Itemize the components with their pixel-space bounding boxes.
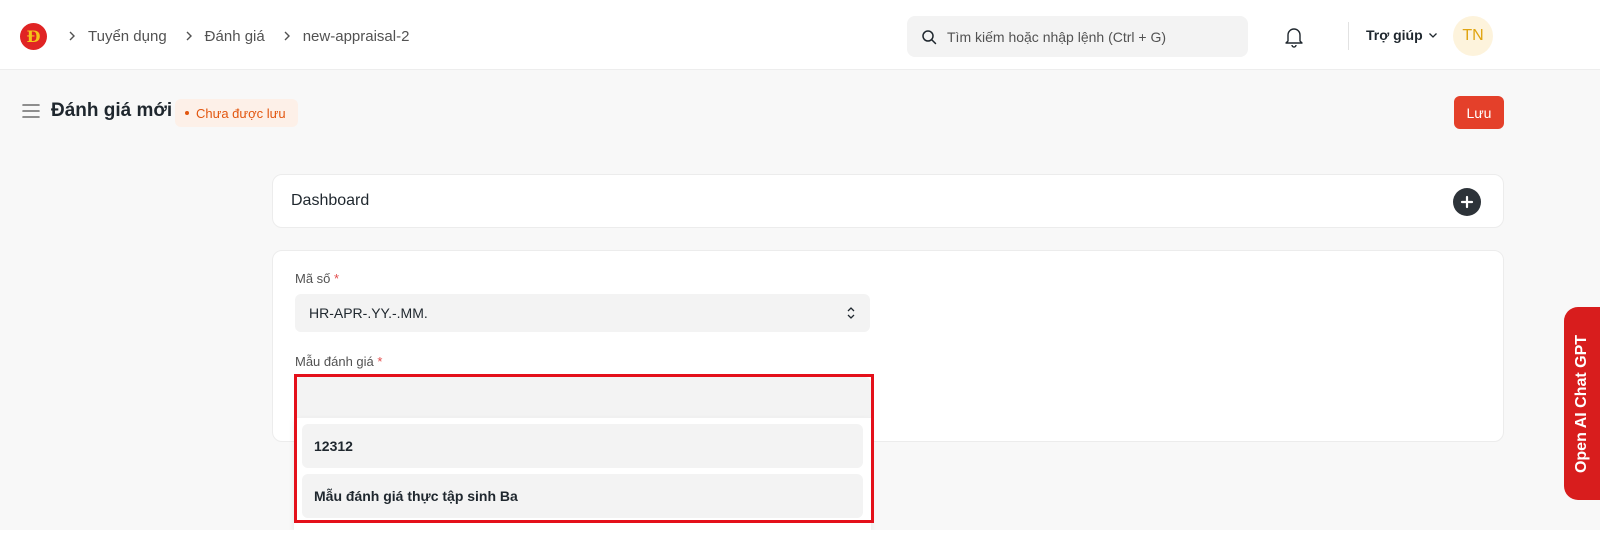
- search-bar[interactable]: Tìm kiếm hoặc nhập lệnh (Ctrl + G): [907, 16, 1248, 57]
- navbar-divider: [1348, 22, 1349, 50]
- navbar: Đ Tuyển dụng Đánh giá new-appraisal-2 Tì…: [0, 0, 1600, 70]
- app-logo[interactable]: Đ: [20, 23, 47, 50]
- sidebar-toggle-icon[interactable]: [21, 103, 41, 119]
- required-mark: *: [334, 271, 340, 286]
- expand-dashboard-button[interactable]: [1453, 188, 1481, 216]
- bell-icon[interactable]: [1284, 26, 1304, 48]
- select-arrows-icon: [847, 307, 855, 319]
- naming-series-value: HR-APR-.YY.-.MM.: [309, 305, 428, 321]
- status-label: Chưa được lưu: [196, 105, 286, 121]
- breadcrumb-appraisal[interactable]: Đánh giá: [205, 28, 265, 45]
- avatar[interactable]: TN: [1453, 16, 1493, 56]
- breadcrumb: Tuyển dụng Đánh giá new-appraisal-2: [62, 26, 421, 46]
- naming-series-select[interactable]: HR-APR-.YY.-.MM.: [295, 294, 870, 332]
- appraisal-template-input[interactable]: [294, 377, 871, 418]
- help-dropdown[interactable]: Trợ giúp: [1366, 27, 1438, 43]
- dropdown-option[interactable]: 12312: [302, 424, 863, 468]
- chevron-right-icon: [62, 31, 82, 41]
- chat-gpt-label: Open AI Chat GPT: [1573, 334, 1591, 473]
- bottom-margin: [0, 530, 1600, 551]
- template-label-text: Mẫu đánh giá: [295, 354, 374, 369]
- naming-series-label: Mã số *: [295, 271, 339, 286]
- chat-gpt-tab[interactable]: Open AI Chat GPT: [1564, 307, 1600, 500]
- breadcrumb-current[interactable]: new-appraisal-2: [303, 28, 410, 45]
- dashboard-card[interactable]: Dashboard: [272, 174, 1504, 228]
- search-icon: [922, 29, 937, 44]
- status-dot: [185, 111, 189, 115]
- plus-icon: [1460, 195, 1474, 209]
- dashboard-title: Dashboard: [291, 192, 370, 209]
- required-mark: *: [377, 354, 383, 369]
- template-label: Mẫu đánh giá *: [295, 354, 382, 369]
- breadcrumb-recruitment[interactable]: Tuyển dụng: [88, 28, 167, 45]
- chevron-down-icon: [1428, 33, 1437, 38]
- template-dropdown: 12312 Mẫu đánh giá thực tập sinh Ba: [294, 418, 871, 530]
- chevron-right-icon: [179, 31, 199, 41]
- chevron-right-icon: [277, 31, 297, 41]
- search-placeholder: Tìm kiếm hoặc nhập lệnh (Ctrl + G): [947, 28, 1167, 45]
- dropdown-option[interactable]: Mẫu đánh giá thực tập sinh Ba: [302, 474, 863, 518]
- save-button[interactable]: Lưu: [1454, 96, 1504, 129]
- help-label: Trợ giúp: [1366, 27, 1423, 43]
- status-badge: Chưa được lưu: [175, 99, 298, 127]
- naming-series-label-text: Mã số: [295, 271, 331, 286]
- page-title: Đánh giá mới: [51, 100, 173, 121]
